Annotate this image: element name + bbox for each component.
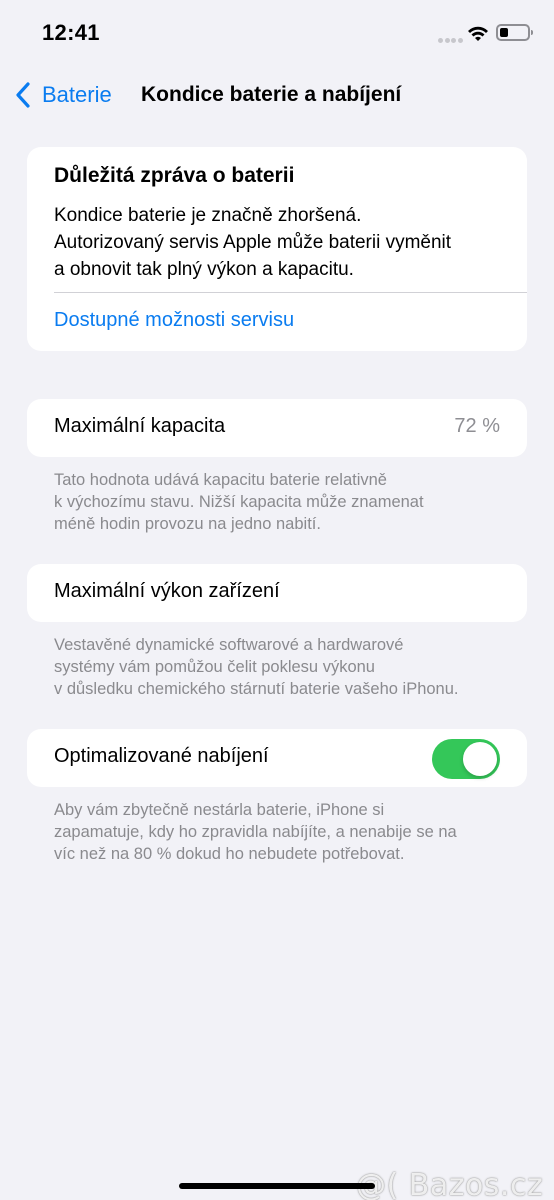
optimized-charging-label: Optimalizované nabíjení — [54, 745, 269, 767]
peak-performance-footnote: Vestavěné dynamické softwarové a hardwar… — [54, 634, 514, 700]
battery-message-line: a obnovit tak plný výkon a kapacitu. — [54, 259, 354, 280]
max-capacity-label: Maximální kapacita — [54, 415, 226, 437]
home-indicator[interactable] — [179, 1183, 375, 1189]
back-button[interactable]: Baterie — [14, 80, 112, 110]
divider — [54, 292, 527, 293]
navigation-bar: Baterie Kondice baterie a nabíjení — [0, 70, 554, 120]
page-title: Kondice baterie a nabíjení — [141, 83, 402, 106]
chevron-left-icon — [16, 82, 30, 108]
wifi-icon — [468, 26, 488, 41]
optimized-charging-footnote: Aby vám zbytečně nestárla baterie, iPhon… — [54, 799, 514, 865]
back-button-label: Baterie — [42, 82, 112, 107]
battery-message-line: Autorizovaný servis Apple může baterii v… — [54, 232, 452, 253]
max-capacity-footnote: Tato hodnota udává kapacitu baterie rela… — [54, 469, 514, 535]
optimized-charging-row: Optimalizované nabíjení — [27, 729, 527, 787]
battery-low-icon — [496, 24, 533, 41]
battery-message-body: Kondice baterie je značně zhoršená. Auto… — [54, 202, 514, 283]
footnote-line: víc než na 80 % dokud ho nebudete potřeb… — [54, 845, 405, 863]
footnote-line: Aby vám zbytečně nestárla baterie, iPhon… — [54, 801, 385, 819]
cellular-signal-icon — [438, 30, 464, 43]
max-capacity-value: 72 % — [454, 415, 500, 437]
footnote-line: systémy vám pomůžou čelit poklesu výkonu — [54, 658, 375, 676]
footnote-line: Tato hodnota udává kapacitu baterie rela… — [54, 471, 387, 489]
service-options-link[interactable]: Dostupné možnosti servisu — [54, 309, 294, 332]
footnote-line: Vestavěné dynamické softwarové a hardwar… — [54, 636, 404, 654]
battery-message-card: Důležitá zpráva o baterii Kondice bateri… — [27, 147, 527, 351]
peak-performance-label: Maximální výkon zařízení — [54, 580, 280, 602]
peak-performance-row[interactable]: Maximální výkon zařízení — [27, 564, 527, 622]
footnote-line: k výchozímu stavu. Nižší kapacita může z… — [54, 493, 424, 511]
status-time: 12:41 — [42, 20, 100, 45]
max-capacity-row: Maximální kapacita 72 % — [27, 399, 527, 457]
battery-message-line: Kondice baterie je značně zhoršená. — [54, 205, 362, 226]
optimized-charging-toggle[interactable] — [432, 739, 500, 779]
status-bar: 12:41 — [0, 0, 554, 66]
footnote-line: v důsledku chemického stárnutí baterie v… — [54, 680, 459, 698]
toggle-knob — [463, 742, 497, 776]
battery-message-title: Důležitá zpráva o baterii — [54, 164, 295, 187]
bazos-watermark: @( Bazos.cz — [356, 1168, 544, 1200]
footnote-line: zapamatuje, kdy ho zpravidla nabíjíte, a… — [54, 823, 457, 841]
footnote-line: méně hodin provozu na jedno nabití. — [54, 515, 321, 533]
